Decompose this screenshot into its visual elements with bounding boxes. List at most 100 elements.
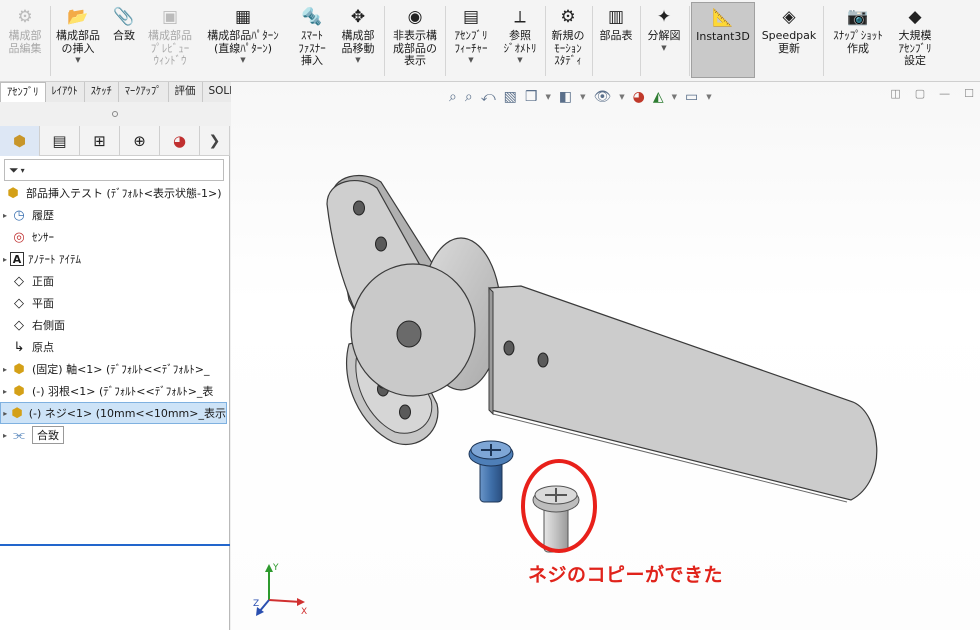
mate-button[interactable]: 📎 合致 bbox=[106, 2, 142, 78]
assembly-features-icon: ▤ bbox=[462, 6, 480, 27]
mates-icon: ⫘ bbox=[13, 427, 25, 443]
tab-evaluate[interactable]: 評価 bbox=[169, 82, 203, 102]
dimxpert-tab[interactable]: ⊕ bbox=[120, 126, 160, 156]
feature-manager-panel: ⬢ ▤ ⊞ ⊕ ◕ ❯ ⏷ ▾ ⬢ 部品挿入テスト (ﾃﾞﾌｫﾙﾄ<表示状態-1… bbox=[0, 102, 230, 630]
tree-item-label: ｱﾉﾃｰﾄ ｱｲﾃﾑ bbox=[28, 253, 81, 266]
tab-markup[interactable]: ﾏｰｸｱｯﾌﾟ bbox=[119, 82, 169, 102]
linear-pattern-button[interactable]: ▦ 構成部品ﾊﾟﾀｰﾝ (直線ﾊﾟﾀｰﾝ) ▼ bbox=[199, 2, 287, 78]
chevron-down-icon[interactable]: ▼ bbox=[661, 44, 666, 52]
tree-item-annotations[interactable]: ▸ A ｱﾉﾃｰﾄ ｱｲﾃﾑ bbox=[0, 248, 230, 270]
ribbon-separator bbox=[50, 6, 51, 76]
long-arm[interactable] bbox=[488, 285, 878, 503]
speedpak-label: Speedpak 更新 bbox=[761, 29, 817, 55]
part-icon: ⬢ bbox=[11, 405, 23, 421]
tree-item-mates[interactable]: ▸ ⫘ 合致 bbox=[0, 424, 230, 446]
exploded-view-label: 分解図 bbox=[647, 29, 681, 42]
tree-item-screw[interactable]: ▸ ⬢ (-) ネジ<1> (10mm<<10mm>_表示 bbox=[0, 402, 227, 424]
paperclip-icon: 📎 bbox=[113, 6, 135, 27]
sensor-icon: ◎ bbox=[13, 229, 25, 245]
copy-annotation-text: ネジのコピーができた bbox=[528, 564, 724, 586]
tree-root-assembly[interactable]: ⬢ 部品挿入テスト (ﾃﾞﾌｫﾙﾄ<表示状態-1>) bbox=[0, 182, 230, 204]
tab-sketch[interactable]: ｽｹｯﾁ bbox=[85, 82, 119, 102]
component-preview-button[interactable]: ▣ 構成部品 ﾌﾟﾚﾋﾞｭｰ ｳｨﾝﾄﾞｳ bbox=[143, 2, 197, 78]
move-component-button[interactable]: ✥ 構成部 品移動 ▼ bbox=[335, 2, 381, 78]
tree-filter[interactable]: ⏷ ▾ bbox=[4, 159, 224, 181]
reference-geometry-button[interactable]: ⟂ 参照 ｼﾞｵﾒﾄﾘ ▼ bbox=[498, 2, 542, 78]
property-manager-tab[interactable]: ▤ bbox=[40, 126, 80, 156]
tree-item-label: 履歴 bbox=[32, 209, 54, 222]
tree-item-shaft[interactable]: ▸ ⬢ (固定) 軸<1> (ﾃﾞﾌｫﾙﾄ<<ﾃﾞﾌｫﾙﾄ>_ bbox=[0, 358, 230, 380]
speedpak-icon: ◈ bbox=[782, 6, 796, 27]
tab-layout[interactable]: ﾚｲｱｳﾄ bbox=[46, 82, 85, 102]
screw-original[interactable] bbox=[468, 440, 514, 503]
edit-component-button[interactable]: ⚙ 構成部 品編集 bbox=[2, 2, 48, 78]
assembly-features-button[interactable]: ▤ ｱｾﾝﾌﾞﾘ ﾌｨｰﾁｬｰ ▼ bbox=[447, 2, 495, 78]
bom-button[interactable]: ▥ 部品表 bbox=[594, 2, 638, 78]
move-component-label: 構成部 品移動 bbox=[341, 29, 375, 55]
instant3d-button[interactable]: 📐 Instant3D bbox=[691, 2, 755, 78]
smart-fasteners-label: ｽﾏｰﾄ ﾌｧｽﾅｰ 挿入 bbox=[298, 29, 326, 67]
ribbon-separator bbox=[689, 6, 690, 76]
mate-label: 合致 bbox=[113, 29, 135, 42]
ribbon-separator bbox=[823, 6, 824, 76]
snapshot-button[interactable]: 📷 ｽﾅｯﾌﾟｼｮｯﾄ 作成 bbox=[826, 2, 890, 78]
insert-component-button[interactable]: 📂 構成部品 の挿入 ▼ bbox=[52, 2, 104, 78]
expand-arrow-icon[interactable]: ▸ bbox=[0, 365, 10, 374]
tree-item-right-plane[interactable]: ◇ 右側面 bbox=[0, 314, 230, 336]
expand-arrow-icon[interactable]: ▸ bbox=[0, 387, 10, 396]
chevron-down-icon[interactable]: ▼ bbox=[355, 56, 360, 64]
filter-icon: ⏷ bbox=[9, 162, 19, 177]
chevron-down-icon: ▾ bbox=[20, 165, 25, 175]
large-assembly-button[interactable]: ◆ 大規模 ｱｾﾝﾌﾞﾘ 設定 bbox=[892, 2, 938, 78]
speedpak-button[interactable]: ◈ Speedpak 更新 bbox=[758, 2, 820, 78]
reference-geometry-icon: ⟂ bbox=[514, 6, 526, 27]
configuration-manager-tab[interactable]: ⊞ bbox=[80, 126, 120, 156]
ribbon-separator bbox=[384, 6, 385, 76]
chevron-down-icon[interactable]: ▼ bbox=[468, 56, 473, 64]
history-icon: ◷ bbox=[13, 207, 25, 223]
plane-icon: ◇ bbox=[14, 295, 24, 311]
origin-icon: ↳ bbox=[13, 339, 25, 355]
axis-z-label: Z bbox=[253, 599, 259, 609]
tree-item-history[interactable]: ▸ ◷ 履歴 bbox=[0, 204, 230, 226]
feature-tree: ⬢ 部品挿入テスト (ﾃﾞﾌｫﾙﾄ<表示状態-1>) ▸ ◷ 履歴 ◎ ｾﾝｻｰ… bbox=[0, 182, 230, 446]
graphics-area[interactable]: ⌕ ⌕ ⤺ ▧ ❒ ▼ ◧ ▼ 👁 ▼ ◕ ◭ ▼ ▭ ▼ ◫ ▢ — ☐ ネジ… bbox=[231, 82, 980, 630]
feature-manager-tab[interactable]: ⬢ bbox=[0, 126, 40, 156]
property-list-icon: ▤ bbox=[52, 132, 67, 150]
tree-item-top-plane[interactable]: ◇ 平面 bbox=[0, 292, 230, 314]
more-tabs-button[interactable]: ❯ bbox=[200, 126, 230, 156]
feature-tree-icon: ⬢ bbox=[12, 132, 27, 150]
tree-item-sensors[interactable]: ◎ ｾﾝｻｰ bbox=[0, 226, 230, 248]
chevron-down-icon[interactable]: ▼ bbox=[517, 56, 522, 64]
large-assembly-label: 大規模 ｱｾﾝﾌﾞﾘ 設定 bbox=[898, 29, 932, 67]
tab-assembly[interactable]: ｱｾﾝﾌﾞﾘ bbox=[0, 82, 46, 102]
chevron-down-icon[interactable]: ▼ bbox=[75, 56, 80, 64]
linear-pattern-label: 構成部品ﾊﾟﾀｰﾝ (直線ﾊﾟﾀｰﾝ) bbox=[207, 29, 279, 55]
expand-arrow-icon[interactable]: ▸ bbox=[1, 409, 9, 418]
expand-arrow-icon[interactable]: ▸ bbox=[0, 255, 10, 264]
tree-item-origin[interactable]: ↳ 原点 bbox=[0, 336, 230, 358]
exploded-view-button[interactable]: ✦ 分解図 ▼ bbox=[642, 2, 686, 78]
chevron-down-icon[interactable]: ▼ bbox=[240, 56, 245, 64]
tree-item-front-plane[interactable]: ◇ 正面 bbox=[0, 270, 230, 292]
tree-item-label: 正面 bbox=[32, 275, 54, 288]
configuration-icon: ⊞ bbox=[93, 132, 106, 150]
display-manager-tab[interactable]: ◕ bbox=[160, 126, 200, 156]
panel-grip[interactable] bbox=[0, 102, 230, 126]
new-motion-study-button[interactable]: ⚙ 新規の ﾓｰｼｮﾝ ｽﾀﾃﾞｨ bbox=[546, 2, 590, 78]
reference-triad: Y X Z bbox=[253, 563, 307, 617]
tree-item-label: (-) 羽根<1> (ﾃﾞﾌｫﾙﾄ<<ﾃﾞﾌｫﾙﾄ>_表 bbox=[32, 385, 214, 398]
expand-arrow-icon[interactable]: ▸ bbox=[0, 211, 10, 220]
tree-item-blade[interactable]: ▸ ⬢ (-) 羽根<1> (ﾃﾞﾌｫﾙﾄ<<ﾃﾞﾌｫﾙﾄ>_表 bbox=[0, 380, 230, 402]
show-hidden-button[interactable]: ◉ 非表示構 成部品の 表示 bbox=[388, 2, 442, 78]
new-motion-study-label: 新規の ﾓｰｼｮﾝ ｽﾀﾃﾞｨ bbox=[551, 29, 585, 67]
assembly-icon: ⬢ bbox=[7, 185, 19, 201]
tree-item-label: ｾﾝｻｰ bbox=[32, 231, 54, 244]
smart-fasteners-button[interactable]: 🔩 ｽﾏｰﾄ ﾌｧｽﾅｰ 挿入 bbox=[290, 2, 334, 78]
expand-arrow-icon[interactable]: ▸ bbox=[0, 431, 10, 440]
move-icon: ✥ bbox=[350, 6, 366, 27]
crosshair-icon: ⊕ bbox=[133, 132, 146, 150]
assembly-model[interactable] bbox=[231, 82, 980, 630]
tree-item-label: 平面 bbox=[32, 297, 54, 310]
ribbon-separator bbox=[640, 6, 641, 76]
